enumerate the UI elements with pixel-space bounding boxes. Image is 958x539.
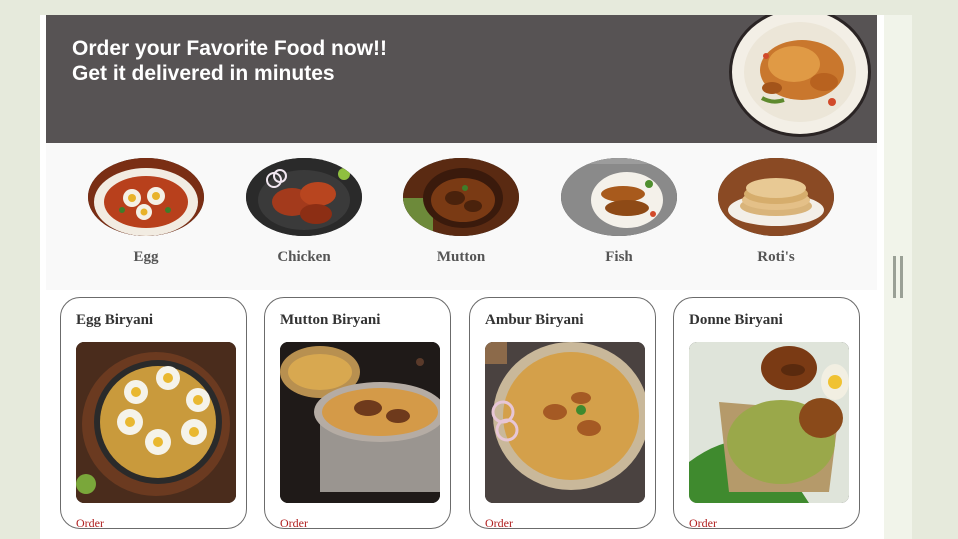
- hero-banner: Order your Favorite Food now!! Get it de…: [46, 15, 877, 143]
- category-label: Egg: [133, 249, 159, 265]
- category-chicken[interactable]: Chicken: [246, 158, 362, 266]
- category-label: Mutton: [436, 249, 486, 265]
- roti-stack-image: [718, 158, 834, 236]
- roast-chicken-image: [729, 15, 871, 137]
- mutton-biryani-image: [280, 342, 440, 503]
- tandoori-chicken-image: [246, 158, 362, 236]
- category-fish[interactable]: Fish: [561, 158, 677, 266]
- food-card-mutton-biryani: Mutton Biryani Order: [264, 297, 451, 531]
- category-rotis[interactable]: Roti's: [718, 158, 834, 266]
- card-title: Egg Biryani: [76, 312, 154, 328]
- card-title: Ambur Biryani: [485, 312, 584, 328]
- food-card-donne-biryani: Donne Biryani Order: [673, 297, 860, 531]
- donne-biryani-image: [689, 342, 849, 503]
- category-strip: Egg Chicken Mutton Fish Roti's: [46, 143, 877, 290]
- mutton-curry-image: [403, 158, 519, 236]
- egg-curry-image: [88, 158, 204, 236]
- card-title: Donne Biryani: [689, 312, 783, 328]
- fried-fish-image: [561, 158, 677, 236]
- category-mutton[interactable]: Mutton: [403, 158, 519, 266]
- egg-biryani-image: [76, 342, 236, 503]
- order-link[interactable]: Order: [485, 516, 513, 531]
- category-label: Chicken: [277, 249, 331, 265]
- category-label: Roti's: [757, 249, 795, 265]
- card-title: Mutton Biryani: [280, 312, 381, 328]
- order-link[interactable]: Order: [689, 516, 717, 531]
- category-egg[interactable]: Egg: [88, 158, 204, 266]
- hero-subheadline: Get it delivered in minutes: [72, 62, 335, 85]
- hero-text: Order your Favorite Food now!! Get it de…: [72, 36, 387, 86]
- food-card-egg-biryani: Egg Biryani Order: [60, 297, 247, 531]
- resize-handle[interactable]: [893, 256, 903, 298]
- category-label: Fish: [605, 249, 633, 265]
- order-link[interactable]: Order: [76, 516, 104, 531]
- ambur-biryani-image: [485, 342, 645, 503]
- hero-headline: Order your Favorite Food now!!: [72, 37, 388, 60]
- food-card-ambur-biryani: Ambur Biryani Order: [469, 297, 656, 531]
- order-link[interactable]: Order: [280, 516, 308, 531]
